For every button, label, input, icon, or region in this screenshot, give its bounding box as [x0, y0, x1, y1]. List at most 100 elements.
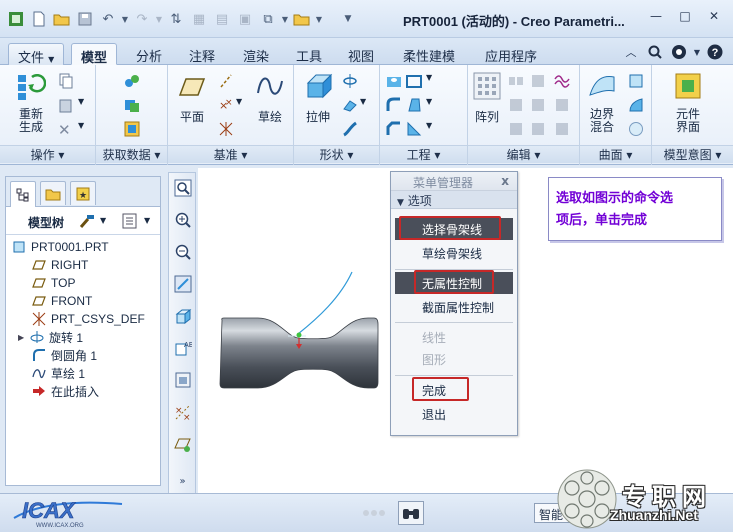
copy-geometry-icon[interactable]: [124, 97, 140, 113]
sweep-icon[interactable]: [342, 97, 358, 113]
tab-tools[interactable]: 工具: [287, 43, 331, 65]
tree-item-sketch[interactable]: 草绘 1: [32, 364, 85, 382]
regenerate-button[interactable]: 重新生成: [10, 71, 52, 134]
user-defined-feature-icon[interactable]: [124, 73, 140, 89]
axis-icon[interactable]: [218, 73, 234, 89]
chamfer-icon[interactable]: [386, 121, 402, 137]
maximize-button[interactable]: □: [672, 6, 698, 26]
dropdown-icon[interactable]: ▼: [426, 121, 442, 137]
tab-model[interactable]: 模型: [71, 43, 118, 66]
regenerate-icon[interactable]: ⇅: [166, 9, 186, 29]
group-label[interactable]: 形状 ▾: [294, 145, 379, 163]
delete-icon[interactable]: ✕: [58, 121, 74, 139]
tree-item-round[interactable]: 倒圆角 1: [32, 346, 97, 364]
tree-item-insert-here[interactable]: 在此插入: [32, 382, 99, 400]
minimize-button[interactable]: —: [643, 6, 669, 26]
hole-icon[interactable]: [386, 73, 402, 89]
group-label[interactable]: 模型意图 ▾: [652, 145, 733, 163]
pattern-button[interactable]: 阵列: [470, 71, 504, 125]
annotation-display-icon[interactable]: [172, 433, 193, 454]
shrinkwrap-icon[interactable]: [124, 121, 140, 137]
dropdown-icon[interactable]: ▼: [78, 121, 94, 137]
tree-item-part[interactable]: PRT0001.PRT: [12, 238, 109, 256]
expand-icon[interactable]: ▶: [18, 333, 30, 342]
community-icon[interactable]: [669, 42, 689, 62]
redo-icon[interactable]: ↷: [132, 9, 152, 29]
dropdown-icon[interactable]: ▼: [693, 42, 701, 62]
close-icon[interactable]: x: [501, 174, 509, 188]
rib-icon[interactable]: [406, 121, 422, 137]
dropdown-icon[interactable]: ▼: [315, 9, 323, 29]
print-icon[interactable]: ▦: [189, 9, 209, 29]
component-interface-button[interactable]: 元件界面: [664, 71, 712, 134]
windows-icon[interactable]: ⧉: [258, 9, 278, 29]
freestyle-icon[interactable]: [628, 121, 644, 137]
tree-item-csys[interactable]: PRT_CSYS_DEF: [32, 310, 145, 328]
draft-icon[interactable]: [406, 97, 422, 113]
group-label[interactable]: 操作 ▾: [0, 145, 95, 163]
repaint-icon[interactable]: [172, 273, 193, 294]
coordinate-system-icon[interactable]: [218, 121, 234, 137]
tree-item-top[interactable]: TOP: [32, 274, 75, 292]
group-label[interactable]: 获取数据 ▾: [96, 145, 167, 163]
dropdown-icon[interactable]: ▼: [281, 9, 289, 29]
tab-view[interactable]: 视图: [339, 43, 383, 65]
swept-blend-icon[interactable]: [342, 121, 358, 137]
group-label[interactable]: 编辑 ▾: [468, 145, 579, 163]
round-icon[interactable]: [386, 97, 402, 113]
trim-icon[interactable]: [508, 97, 524, 113]
group-label[interactable]: 基准 ▾: [168, 145, 293, 163]
point-icon[interactable]: × ×: [218, 97, 234, 113]
menu-item-section-control[interactable]: 截面属性控制: [395, 296, 513, 318]
show-icon[interactable]: [122, 213, 138, 232]
help-icon[interactable]: ?: [705, 42, 725, 62]
sketch-button[interactable]: 草绘: [252, 71, 288, 125]
paste-icon[interactable]: [58, 97, 74, 113]
tree-item-revolve[interactable]: ▶ 旋转 1: [18, 328, 83, 346]
extend-icon[interactable]: [530, 73, 546, 89]
window-icon[interactable]: ▤: [212, 9, 232, 29]
part-model[interactable]: [219, 317, 379, 389]
view-manager-icon[interactable]: [172, 369, 193, 390]
find-button[interactable]: [398, 501, 424, 525]
display-style-icon[interactable]: [172, 305, 193, 326]
tab-model-tree[interactable]: [10, 181, 36, 207]
more-icon[interactable]: »: [172, 471, 193, 492]
dropdown-icon[interactable]: ▼: [426, 97, 442, 113]
copy-icon[interactable]: [58, 73, 74, 89]
saved-orientations-icon[interactable]: AB: [172, 337, 193, 358]
fill-icon[interactable]: [628, 73, 644, 89]
menu-item-quit[interactable]: 退出: [395, 403, 513, 425]
close-button[interactable]: ✕: [701, 6, 727, 26]
thicken-icon[interactable]: [530, 121, 546, 137]
tree-item-front[interactable]: FRONT: [32, 292, 92, 310]
app-icon[interactable]: [6, 9, 26, 29]
collapse-ribbon-icon[interactable]: ︿: [621, 42, 641, 62]
menu-item-sketch-spine[interactable]: 草绘骨架线: [395, 242, 513, 264]
dropdown-icon[interactable]: ▼: [78, 97, 94, 113]
solidify-icon[interactable]: [554, 121, 570, 137]
tab-analysis[interactable]: 分析: [127, 43, 171, 65]
zoom-out-icon[interactable]: [172, 241, 193, 262]
customize-icon[interactable]: ▼: [338, 9, 358, 29]
intersect-icon[interactable]: [554, 97, 570, 113]
plane-button[interactable]: 平面: [174, 71, 210, 125]
datum-display-filters-icon[interactable]: × ×: [172, 401, 193, 422]
style-icon[interactable]: [628, 97, 644, 113]
tab-favorites[interactable]: ★: [70, 181, 96, 205]
dropdown-icon[interactable]: ▼: [236, 97, 252, 113]
group-label[interactable]: 工程 ▾: [380, 145, 467, 163]
trajectory-curve[interactable]: [297, 271, 353, 335]
dropdown-icon[interactable]: ▼: [426, 73, 442, 89]
folder-icon[interactable]: [292, 9, 312, 29]
open-icon[interactable]: [52, 9, 72, 29]
dropdown-icon[interactable]: ▼: [100, 216, 106, 225]
close-window-icon[interactable]: ▣: [235, 9, 255, 29]
save-icon[interactable]: [75, 9, 95, 29]
tab-folder-browser[interactable]: [40, 181, 66, 205]
undo-icon[interactable]: ↶: [98, 9, 118, 29]
menu-section-options[interactable]: ▼ 选项: [391, 191, 517, 209]
merge-icon[interactable]: [554, 73, 570, 89]
revolve-icon[interactable]: [342, 73, 358, 89]
refit-icon[interactable]: [172, 177, 193, 198]
